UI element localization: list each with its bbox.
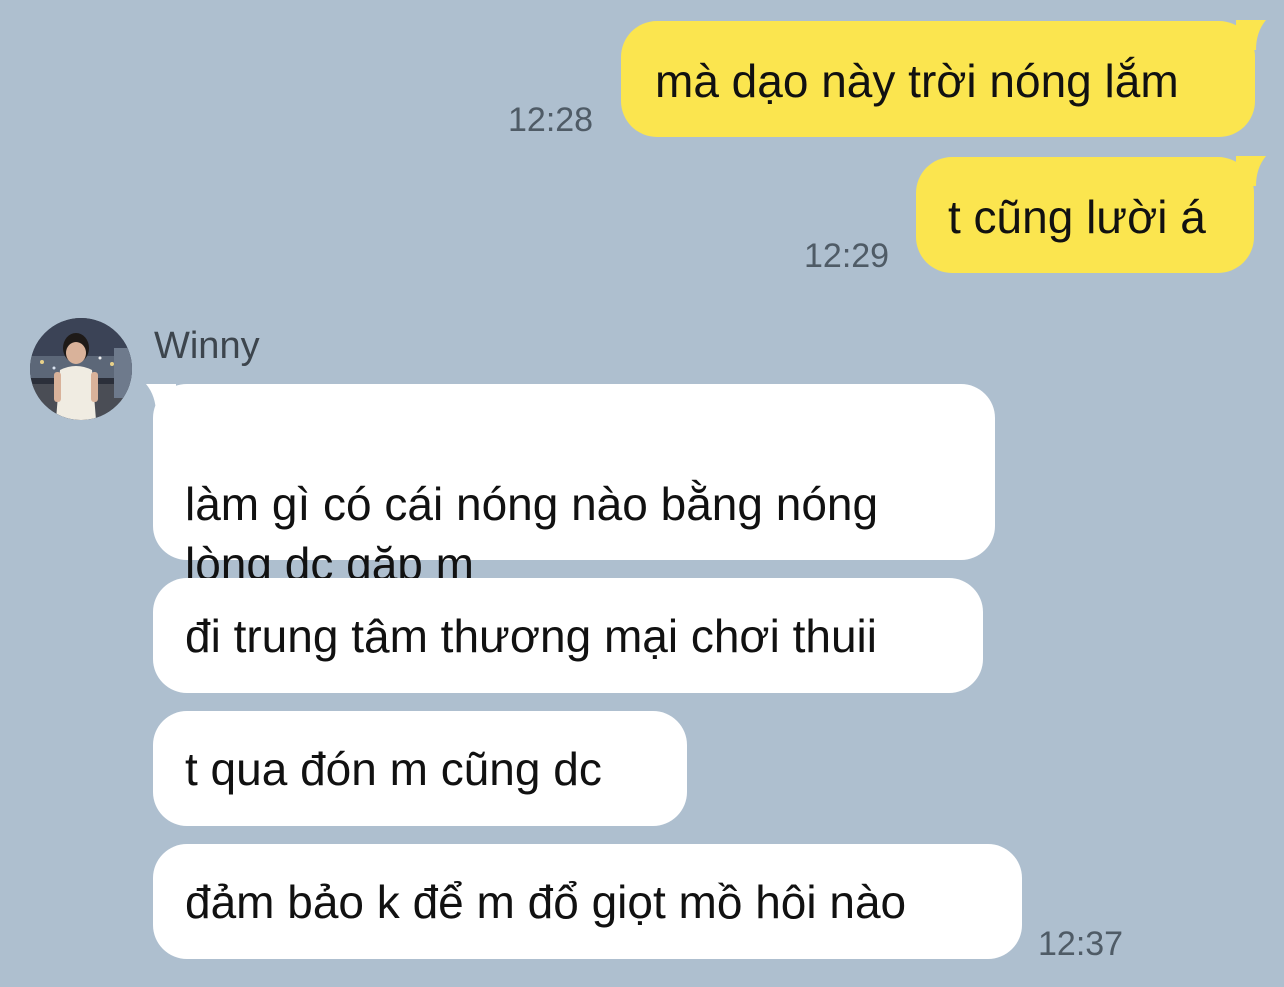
outgoing-message[interactable]: mà dạo này trời nóng lắm: [621, 21, 1255, 137]
sender-name: Winny: [154, 325, 260, 367]
incoming-message[interactable]: đảm bảo k để m đổ giọt mồ hôi nào: [153, 844, 1022, 959]
message-text: t cũng lười á: [948, 191, 1206, 243]
message-text: làm gì có cái nóng nào bằng nóng lòng dc…: [185, 478, 879, 590]
message-timestamp: 12:28: [508, 101, 594, 139]
outgoing-bubble-tail-icon: [1236, 20, 1266, 50]
message-text: đảm bảo k để m đổ giọt mồ hôi nào: [185, 876, 907, 928]
message-text: mà dạo này trời nóng lắm: [655, 55, 1179, 107]
incoming-message[interactable]: t qua đón m cũng dc: [153, 711, 687, 826]
outgoing-bubble-tail-icon: [1236, 156, 1266, 186]
avatar[interactable]: [30, 318, 132, 420]
incoming-message[interactable]: làm gì có cái nóng nào bằng nóng lòng dc…: [153, 384, 995, 590]
message-timestamp: 12:29: [804, 237, 890, 275]
outgoing-message[interactable]: t cũng lười á: [916, 157, 1254, 273]
message-text: t qua đón m cũng dc: [185, 743, 602, 795]
message-text: đi trung tâm thương mại chơi thuii: [185, 610, 877, 662]
incoming-message[interactable]: đi trung tâm thương mại chơi thuii: [153, 578, 983, 693]
profile-photo-icon: [30, 318, 132, 420]
message-timestamp: 12:37: [1038, 925, 1124, 963]
